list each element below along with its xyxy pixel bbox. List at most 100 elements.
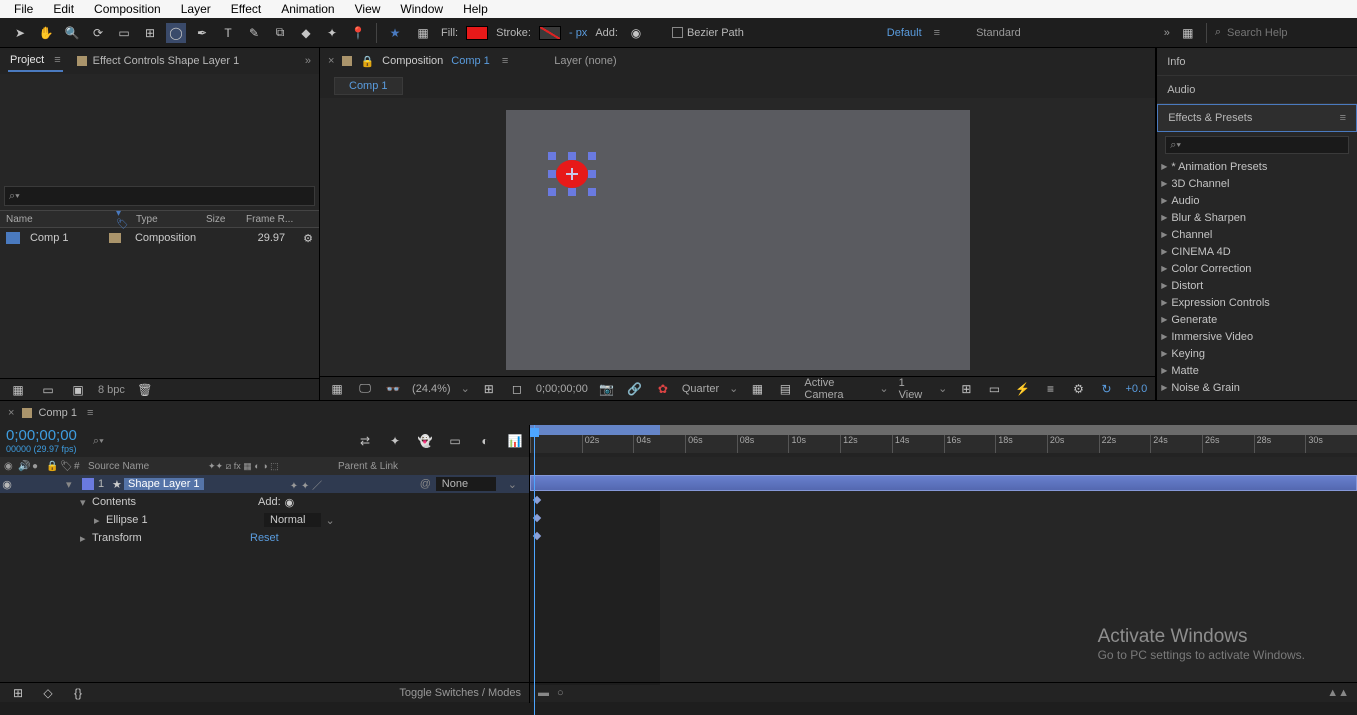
frame-blend-icon[interactable]: ▭: [445, 431, 465, 451]
menu-bar[interactable]: File Edit Composition Layer Effect Anima…: [0, 0, 1357, 18]
clone-tool-icon[interactable]: ⧉: [270, 23, 290, 43]
audio-col-icon[interactable]: 🔊: [14, 461, 28, 472]
timeline-menu-icon[interactable]: ≡: [87, 407, 93, 419]
camera-tool-icon[interactable]: ▭: [114, 23, 134, 43]
audio-panel-tab[interactable]: Audio: [1157, 76, 1357, 104]
viewer-timecode[interactable]: 0;00;00;00: [536, 383, 588, 395]
ellipse-row[interactable]: ▸ Ellipse 1 Normal ⌄: [0, 511, 529, 529]
viewer-mask-icon[interactable]: 👓: [384, 379, 402, 399]
brush-tool-icon[interactable]: ✎: [244, 23, 264, 43]
layer-duration-bar[interactable]: [530, 475, 1357, 491]
close-tab-icon[interactable]: ×: [328, 55, 334, 67]
quality-dropdown[interactable]: Quarter: [682, 383, 719, 395]
reset-exposure-icon[interactable]: ↻: [1097, 379, 1115, 399]
viewer-grid-icon[interactable]: ▦: [328, 379, 346, 399]
video-toggle-icon[interactable]: ◉: [0, 478, 14, 491]
new-folder-icon[interactable]: ▭: [38, 380, 58, 400]
project-search[interactable]: ⌕▾: [4, 186, 315, 206]
menu-animation[interactable]: Animation: [271, 0, 344, 18]
video-col-icon[interactable]: ◉: [0, 461, 14, 472]
viewer-display-icon[interactable]: 🖵: [356, 379, 374, 399]
add-content-icon[interactable]: ◉: [285, 496, 295, 509]
transform-row[interactable]: ▸ Transform Reset: [0, 529, 529, 547]
sync-icon[interactable]: ▦: [1178, 23, 1198, 43]
menu-edit[interactable]: Edit: [43, 0, 84, 18]
puppet-tool-icon[interactable]: 📍: [348, 23, 368, 43]
help-search[interactable]: ⌕: [1215, 26, 1347, 39]
composition-tab-name[interactable]: Comp 1: [451, 55, 490, 67]
layer-label-icon[interactable]: [82, 478, 94, 490]
effect-controls-tab[interactable]: Effect Controls Shape Layer 1: [75, 51, 242, 71]
menu-composition[interactable]: Composition: [84, 0, 171, 18]
pan-behind-tool-icon[interactable]: ⊞: [140, 23, 160, 43]
timeline-search[interactable]: ⌕▾: [83, 425, 351, 457]
graph-editor-icon[interactable]: 📊: [505, 431, 525, 451]
flowchart-icon[interactable]: ⚙: [1069, 379, 1087, 399]
help-search-input[interactable]: [1227, 27, 1347, 39]
playhead-handle[interactable]: [530, 428, 539, 437]
orbit-tool-icon[interactable]: ⟳: [88, 23, 108, 43]
ep-category[interactable]: ▶Immersive Video: [1157, 328, 1357, 345]
col-name[interactable]: Name: [0, 214, 110, 225]
eraser-tool-icon[interactable]: ◆: [296, 23, 316, 43]
view-dropdown[interactable]: 1 View: [899, 377, 929, 401]
menu-file[interactable]: File: [4, 0, 43, 18]
viewer-subtab[interactable]: Comp 1: [334, 77, 403, 95]
ep-category[interactable]: ▶Blur & Sharpen: [1157, 209, 1357, 226]
transparency-grid-icon[interactable]: ▦: [748, 379, 766, 399]
info-panel-tab[interactable]: Info: [1157, 48, 1357, 76]
ep-category[interactable]: ▶Color Correction: [1157, 260, 1357, 277]
zoom-level[interactable]: (24.4%): [412, 383, 451, 395]
pen-tool-icon[interactable]: ✒: [192, 23, 212, 43]
roi-icon[interactable]: ◻: [508, 379, 526, 399]
ellipse-shape[interactable]: [548, 152, 596, 196]
ep-category[interactable]: ▶Matte: [1157, 362, 1357, 379]
resolution-icon[interactable]: ⊞: [480, 379, 498, 399]
tl-btn2-icon[interactable]: ◇: [38, 683, 58, 703]
ep-category[interactable]: ▶Distort: [1157, 277, 1357, 294]
solo-col-icon[interactable]: ●: [28, 461, 42, 472]
layer-row[interactable]: ◉ ▾ 1 ★ Shape Layer 1 ✦ ✦ ／ @ None ⌄: [0, 475, 529, 493]
col-framerate[interactable]: Frame R...: [240, 214, 299, 225]
ep-category[interactable]: ▶* Animation Presets: [1157, 158, 1357, 175]
snapshot-icon[interactable]: 📷: [598, 379, 616, 399]
close-tab-icon[interactable]: ×: [8, 407, 14, 419]
channel-icon[interactable]: 🔗: [626, 379, 644, 399]
ep-category[interactable]: ▶3D Channel: [1157, 175, 1357, 192]
ep-category[interactable]: ▶Generate: [1157, 311, 1357, 328]
composition-canvas[interactable]: [506, 110, 970, 370]
hand-tool-icon[interactable]: ✋: [36, 23, 56, 43]
toggle-switches[interactable]: Toggle Switches / Modes: [399, 687, 521, 699]
ep-search[interactable]: ⌕▾: [1165, 136, 1349, 154]
tl-btn3-icon[interactable]: {}: [68, 683, 88, 703]
guides-icon[interactable]: ▤: [776, 379, 794, 399]
zoom-tool-icon[interactable]: 🔍: [62, 23, 82, 43]
type-tool-icon[interactable]: T: [218, 23, 238, 43]
exposure-value[interactable]: +0.0: [1125, 383, 1147, 395]
view-opts-icon[interactable]: ⊞: [957, 379, 975, 399]
new-comp-icon[interactable]: ▣: [68, 380, 88, 400]
playhead[interactable]: [534, 425, 535, 715]
layer-tab[interactable]: Layer (none): [554, 55, 616, 67]
twirl-icon[interactable]: ▾: [66, 478, 78, 491]
stroke-color-swatch[interactable]: [539, 26, 561, 40]
reset-link[interactable]: Reset: [250, 532, 279, 544]
bpc-label[interactable]: 8 bpc: [98, 384, 125, 396]
draft3d-icon[interactable]: ✦: [385, 431, 405, 451]
camera-dropdown[interactable]: Active Camera: [804, 377, 869, 401]
pickwhip-icon[interactable]: @: [420, 478, 436, 490]
fill-color-swatch[interactable]: [466, 26, 488, 40]
workspace-default[interactable]: Default: [887, 27, 922, 39]
overflow-icon[interactable]: »: [1164, 27, 1170, 39]
stroke-width[interactable]: - px: [569, 27, 587, 39]
menu-view[interactable]: View: [345, 0, 391, 18]
work-area[interactable]: [530, 425, 660, 435]
comp-flowchart-icon[interactable]: ⇄: [355, 431, 375, 451]
zoom-slider[interactable]: ○: [557, 687, 564, 699]
ep-menu-icon[interactable]: ≡: [1340, 112, 1346, 124]
project-tab[interactable]: Project≡: [8, 50, 63, 72]
selection-tool-icon[interactable]: ➤: [10, 23, 30, 43]
parent-dropdown[interactable]: None: [436, 477, 496, 491]
zoom-in-icon[interactable]: ▲▲: [1327, 687, 1349, 699]
shy-icon[interactable]: 👻: [415, 431, 435, 451]
